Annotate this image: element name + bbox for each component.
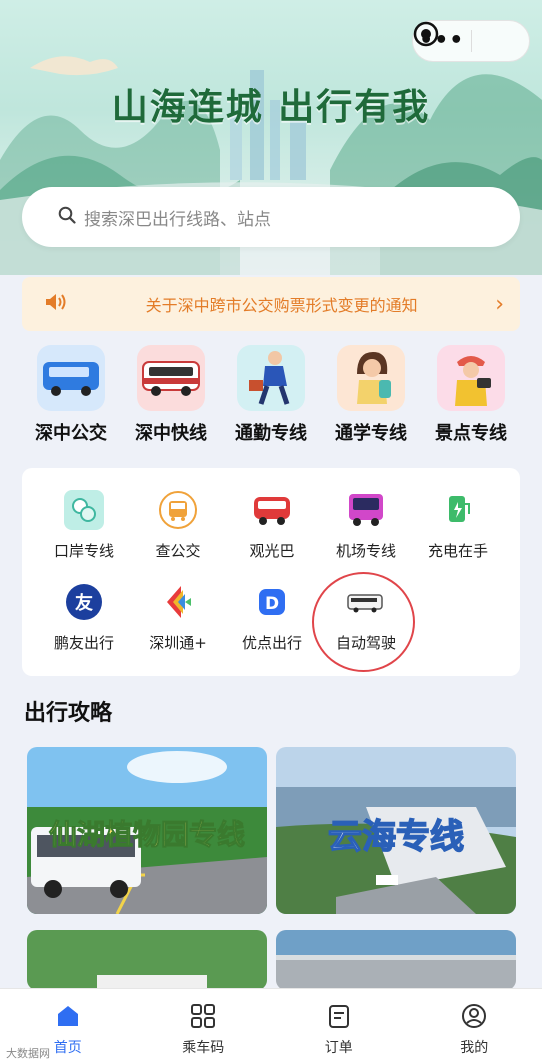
blue-bus-icon: [37, 345, 105, 411]
speaker-icon: [44, 292, 68, 316]
guide-card-yunhai[interactable]: 云海专线: [276, 747, 516, 914]
airport-bus-icon: [346, 490, 386, 530]
service-label: 充电在手: [427, 542, 488, 560]
service-youdian[interactable]: D 优点出行: [222, 582, 322, 653]
highlight-circle: [312, 572, 415, 672]
tab-label: 乘车码: [182, 1040, 225, 1056]
service-label: 深圳通+: [149, 634, 207, 652]
services-card: 口岸专线 查公交 观光巴 机场专线 充电在手 友 鹏友出行 深圳通+ D 优点出…: [22, 468, 520, 676]
order-icon: [326, 1003, 352, 1033]
category-shenzhong-express[interactable]: 深中快线: [122, 345, 220, 445]
charging-icon: [438, 490, 478, 530]
bottom-tab-bar: 首页 乘车码 订单 我的: [0, 988, 542, 1063]
search-icon: [58, 206, 76, 228]
sightseeing-bus-icon: [252, 490, 292, 530]
chevron-right-icon: ›: [495, 291, 504, 317]
service-airport[interactable]: 机场专线: [316, 490, 416, 561]
category-label: 通勤专线: [235, 423, 307, 444]
search-placeholder: 搜索深巴出行线路、站点: [84, 209, 271, 230]
category-label: 深中公交: [35, 423, 107, 444]
category-shenzhong-bus[interactable]: 深中公交: [22, 345, 120, 445]
service-label: 优点出行: [241, 634, 302, 652]
red-bus-icon: [137, 345, 205, 411]
category-commuter[interactable]: 通勤专线: [222, 345, 320, 445]
svg-text:D: D: [265, 594, 279, 614]
tab-orders[interactable]: 订单: [271, 989, 407, 1063]
miniprogram-capsule: •••: [412, 20, 530, 62]
guide-photo-4: [276, 930, 516, 990]
guide-card-3[interactable]: [27, 930, 267, 990]
capsule-divider: [470, 30, 472, 52]
service-pengyou[interactable]: 友 鹏友出行: [34, 582, 134, 653]
port-icon: [64, 490, 104, 530]
service-label: 观光巴: [249, 542, 295, 560]
guide-card-label: 仙湖植物园专线: [48, 818, 245, 852]
tab-label: 首页: [53, 1040, 82, 1056]
category-row: 深中公交 深中快线 通勤专线 通学专线 景点专线: [22, 345, 520, 445]
student-icon: [337, 345, 405, 411]
commuter-icon: [237, 345, 305, 411]
service-label: 查公交: [155, 542, 201, 560]
youdian-icon: D: [252, 582, 292, 622]
tab-label: 我的: [460, 1040, 489, 1056]
guide-photo-3: [27, 930, 267, 990]
category-student[interactable]: 通学专线: [322, 345, 420, 445]
category-scenic[interactable]: 景点专线: [422, 345, 520, 445]
service-label: 口岸专线: [53, 542, 114, 560]
notice-bar[interactable]: 关于深中跨市公交购票形式变更的通知 ›: [22, 277, 520, 331]
guide-card-xianhu[interactable]: 仙湖植物园专线: [27, 747, 267, 914]
guide-card-4[interactable]: [276, 930, 516, 990]
shenzhentong-icon: [158, 582, 198, 622]
search-bar[interactable]: 搜索深巴出行线路、站点: [22, 187, 520, 247]
service-port[interactable]: 口岸专线: [34, 490, 134, 561]
tourist-icon: [437, 345, 505, 411]
pengyou-icon: 友: [64, 582, 104, 622]
bus-lookup-icon: [158, 490, 198, 530]
qr-code-icon: [190, 1003, 216, 1033]
service-bus-lookup[interactable]: 查公交: [128, 490, 228, 561]
notice-text: 关于深中跨市公交购票形式变更的通知: [145, 296, 418, 315]
profile-icon: [461, 1003, 487, 1033]
service-label: 鹏友出行: [53, 634, 114, 652]
service-label: 机场专线: [335, 542, 396, 560]
watermark: 大数据网: [6, 1047, 50, 1060]
guide-card-label: 云海专线: [327, 816, 465, 858]
banner-title: 山海连城 出行有我: [111, 86, 431, 128]
category-label: 通学专线: [335, 423, 407, 444]
tab-label: 订单: [324, 1040, 353, 1056]
service-shenzhentong[interactable]: 深圳通+: [128, 582, 228, 653]
svg-text:友: 友: [75, 592, 93, 614]
tab-ride-code[interactable]: 乘车码: [136, 989, 272, 1063]
service-charging[interactable]: 充电在手: [408, 490, 508, 561]
category-label: 深中快线: [135, 423, 207, 444]
service-sightseeing[interactable]: 观光巴: [222, 490, 322, 561]
category-label: 景点专线: [435, 423, 507, 444]
tab-profile[interactable]: 我的: [407, 989, 542, 1063]
home-icon: [55, 1003, 81, 1033]
section-title: 出行攻略: [24, 701, 113, 726]
